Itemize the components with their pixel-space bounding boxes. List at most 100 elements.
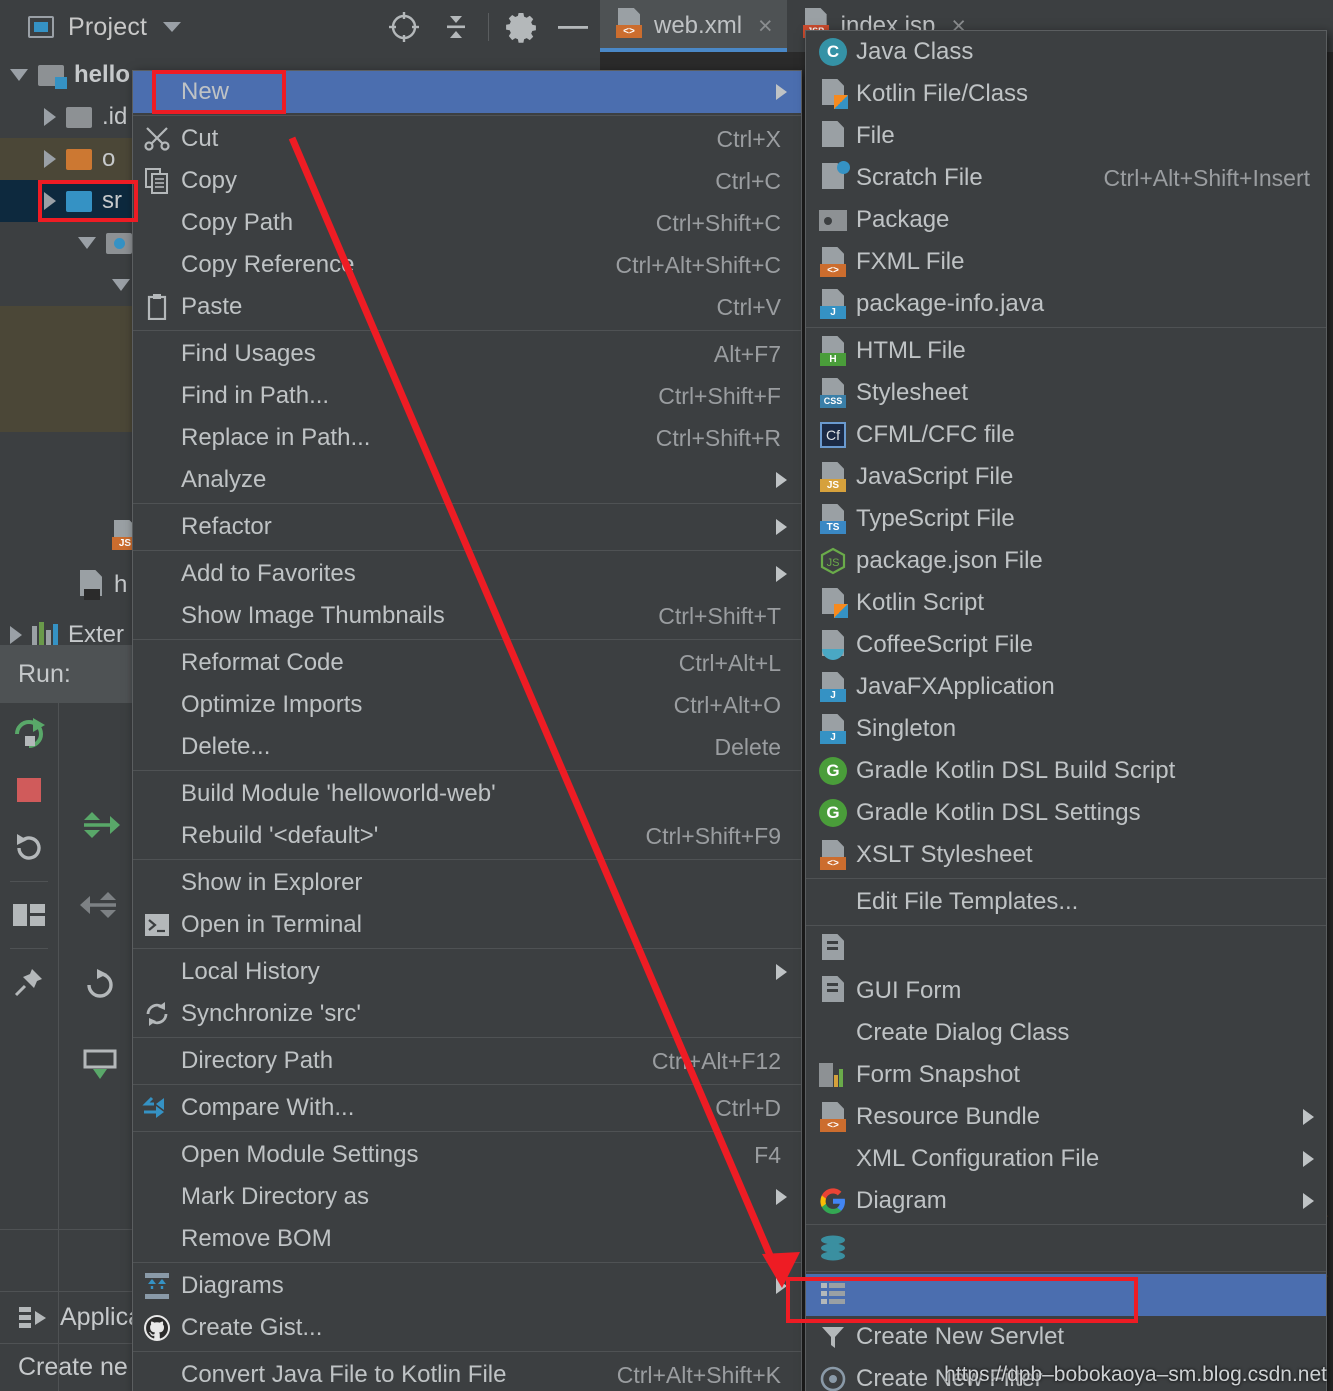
submenu-item-coffeescript-file[interactable]: CoffeeScript File xyxy=(806,624,1326,666)
submenu-item-diagram[interactable]: XML Configuration File xyxy=(806,1138,1326,1180)
menu-item-analyze[interactable]: Analyze xyxy=(133,459,801,501)
layout-icon[interactable] xyxy=(0,886,58,944)
menu-item-optimize-imports[interactable]: Optimize Imports Ctrl+Alt+O xyxy=(133,684,801,726)
submenu-item-scratch-file[interactable]: Scratch File Ctrl+Alt+Shift+Insert xyxy=(806,157,1326,199)
menu-item-remove-bom[interactable]: Remove BOM xyxy=(133,1218,801,1260)
submenu-item-gui-form[interactable] xyxy=(806,928,1326,970)
menu-item-show-in-explorer[interactable]: Show in Explorer xyxy=(133,862,801,904)
run-label: Run: xyxy=(0,645,150,703)
scroll-up-icon[interactable] xyxy=(58,865,142,945)
chevron-down-icon[interactable] xyxy=(112,279,130,291)
menu-item-label: Rebuild '<default>' xyxy=(181,822,379,849)
submenu-item-javafxapplication[interactable]: J JavaFXApplication xyxy=(806,666,1326,708)
chevron-right-icon[interactable] xyxy=(44,192,56,210)
kotlin-file-icon xyxy=(810,79,856,109)
gear-icon[interactable] xyxy=(495,0,547,54)
menu-item-replace-in-path[interactable]: Replace in Path... Ctrl+Shift+R xyxy=(133,417,801,459)
tree-label: o xyxy=(102,145,116,172)
menu-item-build-module[interactable]: Build Module 'helloworld-web' xyxy=(133,773,801,815)
chevron-right-icon xyxy=(1303,1109,1314,1125)
menu-item-find-in-path[interactable]: Find in Path... Ctrl+Shift+F xyxy=(133,375,801,417)
package-icon xyxy=(810,209,856,231)
submenu-item-label: Java Class xyxy=(856,38,974,65)
artifact-icon xyxy=(18,1305,48,1331)
chevron-right-icon[interactable] xyxy=(10,626,22,644)
submenu-item-gradle-kotlin-dsl-build-script[interactable]: G Gradle Kotlin DSL Build Script xyxy=(806,750,1326,792)
menu-item-cut[interactable]: Cut Ctrl+X xyxy=(133,118,801,160)
scroll-to-end-icon[interactable] xyxy=(58,785,142,865)
submenu-item-fxml-file[interactable]: <> FXML File xyxy=(806,241,1326,283)
menu-item-directory-path[interactable]: Directory Path Ctrl+Alt+F12 xyxy=(133,1040,801,1082)
locate-icon[interactable] xyxy=(378,0,430,54)
menu-item-local-history[interactable]: Local History xyxy=(133,951,801,993)
menu-item-copy-path[interactable]: Copy Path Ctrl+Shift+C xyxy=(133,202,801,244)
submenu-item-package-json-file[interactable]: JS package.json File xyxy=(806,540,1326,582)
submenu-item-create-new-servlet[interactable] xyxy=(806,1274,1326,1316)
submenu-item-resource-bundle[interactable]: Form Snapshot xyxy=(806,1054,1326,1096)
chevron-down-icon[interactable] xyxy=(163,22,182,32)
menu-item-open-module-settings[interactable]: Open Module Settings F4 xyxy=(133,1134,801,1176)
submenu-item-edit-file-templates[interactable]: Edit File Templates... xyxy=(806,881,1326,923)
submenu-item-kotlin-script[interactable]: Kotlin Script xyxy=(806,582,1326,624)
collapse-all-icon[interactable] xyxy=(430,0,482,54)
submenu-item-data-source[interactable] xyxy=(806,1227,1326,1269)
submenu-item-gradle-kotlin-dsl-settings[interactable]: G Gradle Kotlin DSL Settings xyxy=(806,792,1326,834)
stop-icon[interactable] xyxy=(0,761,58,819)
chevron-down-icon[interactable] xyxy=(10,69,28,81)
menu-item-copy-reference[interactable]: Copy Reference Ctrl+Alt+Shift+C xyxy=(133,244,801,286)
close-icon[interactable]: × xyxy=(758,13,773,39)
rerun-icon[interactable] xyxy=(0,703,58,761)
menu-item-paste[interactable]: Paste Ctrl+V xyxy=(133,286,801,328)
submenu-item-html-file[interactable]: H HTML File xyxy=(806,330,1326,372)
submenu-item-singleton[interactable]: J Singleton xyxy=(806,708,1326,750)
menu-item-reformat-code[interactable]: Reformat Code Ctrl+Alt+L xyxy=(133,642,801,684)
copy-icon xyxy=(133,168,181,194)
submenu-item-xslt-stylesheet[interactable]: <> XSLT Stylesheet xyxy=(806,834,1326,876)
submenu-item-package[interactable]: Package xyxy=(806,199,1326,241)
menu-item-find-usages[interactable]: Find Usages Alt+F7 xyxy=(133,333,801,375)
submenu-item-label: Package xyxy=(856,206,950,233)
menu-item-copy[interactable]: Copy Ctrl+C xyxy=(133,160,801,202)
submenu-item-typescript-file[interactable]: TS TypeScript File xyxy=(806,498,1326,540)
tab-web-xml[interactable]: <> web.xml × xyxy=(600,0,787,52)
print-icon[interactable] xyxy=(58,1025,142,1105)
pin-icon[interactable] xyxy=(0,953,58,1011)
menu-item-diagrams[interactable]: Diagrams xyxy=(133,1265,801,1307)
menu-item-mark-directory-as[interactable]: Mark Directory as xyxy=(133,1176,801,1218)
chevron-right-icon[interactable] xyxy=(44,108,56,126)
soft-wrap-icon[interactable] xyxy=(58,945,142,1025)
hide-window-icon[interactable] xyxy=(547,0,599,54)
menu-item-open-in-terminal[interactable]: Open in Terminal xyxy=(133,904,801,946)
menu-item-accel: Ctrl+Shift+C xyxy=(655,209,781,236)
chevron-down-icon[interactable] xyxy=(78,237,96,249)
chevron-right-icon[interactable] xyxy=(44,150,56,168)
menu-item-create-gist[interactable]: Create Gist... xyxy=(133,1307,801,1349)
submenu-item-javascript-file[interactable]: JS JavaScript File xyxy=(806,456,1326,498)
menu-item-refactor[interactable]: Refactor xyxy=(133,506,801,548)
menu-item-synchronize[interactable]: Synchronize 'src' xyxy=(133,993,801,1035)
submenu-item-stylesheet[interactable]: CSS Stylesheet xyxy=(806,372,1326,414)
menu-item-delete[interactable]: Delete... Delete xyxy=(133,726,801,768)
submenu-item-file[interactable]: File xyxy=(806,115,1326,157)
submenu-item-create-dialog-class[interactable]: GUI Form xyxy=(806,970,1326,1012)
menu-item-label: Delete... xyxy=(181,733,271,760)
ide-window: ” na xm otto.oaa Project <> web.xml xyxy=(0,0,1333,1391)
submenu-item-cfml-cfc-file[interactable]: Cf CFML/CFC file xyxy=(806,414,1326,456)
submenu-item-form-snapshot[interactable]: Create Dialog Class xyxy=(806,1012,1326,1054)
menu-item-convert-java-to-kotlin[interactable]: Convert Java File to Kotlin File Ctrl+Al… xyxy=(133,1354,801,1391)
menu-item-rebuild[interactable]: Rebuild '<default>' Ctrl+Shift+F9 xyxy=(133,815,801,857)
gui-form-icon xyxy=(810,976,856,1006)
submenu-item-package-info-java[interactable]: J package-info.java xyxy=(806,283,1326,325)
menu-item-add-to-favorites[interactable]: Add to Favorites xyxy=(133,553,801,595)
submenu-item-google-guice[interactable]: Diagram xyxy=(806,1180,1326,1222)
menu-item-show-image-thumbnails[interactable]: Show Image Thumbnails Ctrl+Shift+T xyxy=(133,595,801,637)
menu-item-new[interactable]: New xyxy=(133,71,801,113)
submenu-item-create-new-filter[interactable]: Create New Servlet xyxy=(806,1316,1326,1358)
submenu-item-kotlin-file-class[interactable]: Kotlin File/Class xyxy=(806,73,1326,115)
submenu-item-java-class[interactable]: C Java Class xyxy=(806,31,1326,73)
restart-icon[interactable] xyxy=(0,819,58,877)
menu-item-compare-with[interactable]: Compare With... Ctrl+D xyxy=(133,1087,801,1129)
java-class-icon: C xyxy=(810,38,856,66)
paste-icon xyxy=(133,294,181,320)
submenu-item-xml-configuration-file[interactable]: <> Resource Bundle xyxy=(806,1096,1326,1138)
